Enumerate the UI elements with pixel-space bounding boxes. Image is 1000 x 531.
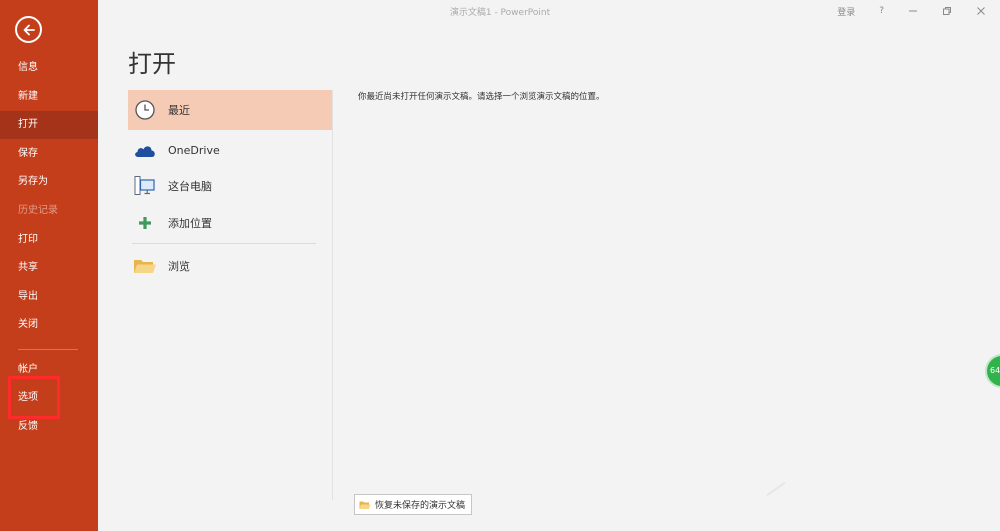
nav-feedback[interactable]: 反馈 xyxy=(0,413,98,441)
recover-unsaved-button[interactable]: 恢复未保存的演示文稿 xyxy=(354,494,473,515)
floating-widget[interactable]: 64 xyxy=(985,354,1000,388)
restore-icon xyxy=(943,7,951,15)
restore-button[interactable] xyxy=(942,6,952,16)
nav-print[interactable]: 打印 xyxy=(0,226,98,254)
location-add-place[interactable]: 添加位置 xyxy=(128,203,332,243)
location-label: 浏览 xyxy=(168,260,190,273)
close-window-button[interactable] xyxy=(976,6,986,16)
backstage-sidebar: 信息 新建 打开 保存 另存为 历史记录 打印 共享 导出 关闭 帐户 选项 反… xyxy=(0,0,98,531)
location-label: OneDrive xyxy=(168,143,220,157)
signin-link[interactable]: 登录 xyxy=(837,5,855,18)
sidebar-divider xyxy=(18,349,78,350)
nav-options[interactable]: 选项 xyxy=(0,384,98,412)
location-label: 添加位置 xyxy=(168,217,212,230)
clock-icon xyxy=(133,98,157,122)
folder-icon xyxy=(359,500,371,510)
minimize-button[interactable] xyxy=(908,6,918,16)
folder-icon xyxy=(133,254,157,278)
location-this-pc[interactable]: 这台电脑 xyxy=(128,166,332,206)
nav-account[interactable]: 帐户 xyxy=(0,356,98,384)
nav-history[interactable]: 历史记录 xyxy=(0,197,98,225)
help-button[interactable]: ? xyxy=(879,6,884,16)
location-label: 最近 xyxy=(168,104,190,117)
location-onedrive[interactable]: OneDrive xyxy=(128,130,332,170)
location-recent[interactable]: 最近 xyxy=(128,90,332,130)
nav-save-as[interactable]: 另存为 xyxy=(0,168,98,196)
nav-share[interactable]: 共享 xyxy=(0,254,98,282)
panel-separator xyxy=(332,90,333,500)
nav-new[interactable]: 新建 xyxy=(0,83,98,111)
nav-info[interactable]: 信息 xyxy=(0,54,98,82)
locations-divider xyxy=(132,243,316,244)
recover-button-label: 恢复未保存的演示文稿 xyxy=(375,501,466,511)
decorative-mark xyxy=(766,481,786,497)
plus-icon xyxy=(133,211,157,235)
arrow-left-icon xyxy=(23,24,35,35)
nav-open[interactable]: 打开 xyxy=(0,111,98,139)
title-bar-controls: 登录 ? xyxy=(825,0,1000,22)
location-label: 这台电脑 xyxy=(168,180,212,193)
nav-export[interactable]: 导出 xyxy=(0,283,98,311)
close-icon xyxy=(977,7,985,15)
back-button[interactable] xyxy=(15,16,42,43)
location-browse[interactable]: 浏览 xyxy=(128,246,332,286)
computer-icon xyxy=(133,174,157,198)
cloud-icon xyxy=(133,138,157,162)
minimize-icon xyxy=(909,10,917,12)
no-recent-message: 你最近尚未打开任何演示文稿。请选择一个浏览演示文稿的位置。 xyxy=(358,92,605,102)
page-title: 打开 xyxy=(128,50,176,78)
nav-save[interactable]: 保存 xyxy=(0,140,98,168)
nav-close[interactable]: 关闭 xyxy=(0,311,98,339)
